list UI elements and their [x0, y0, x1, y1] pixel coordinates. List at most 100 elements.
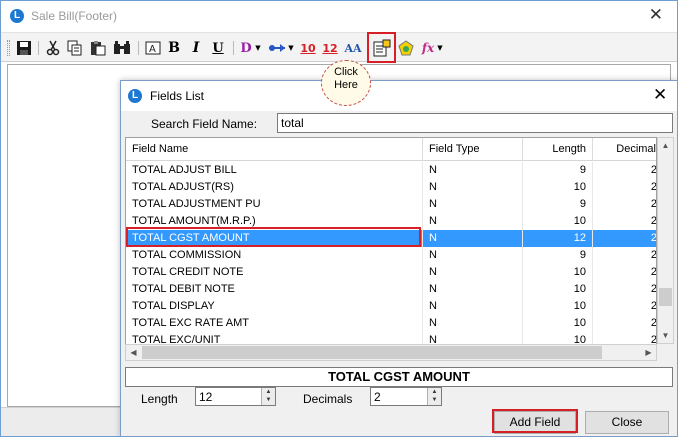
length-spin-buttons[interactable]: ▲ ▼: [261, 388, 275, 405]
search-label: Search Field Name:: [151, 117, 258, 131]
chevron-down-icon[interactable]: ▼: [287, 39, 295, 57]
dialog-title: Fields List: [150, 89, 205, 103]
shape-icon[interactable]: [267, 39, 287, 57]
paste-icon[interactable]: [89, 39, 107, 57]
scrollbar-corner: [657, 344, 674, 361]
field-type-cell: N: [423, 298, 523, 315]
decimal-cell: 2: [650, 317, 657, 329]
horizontal-scrollbar[interactable]: ◀ ▶: [125, 344, 657, 361]
field-type-cell: N: [423, 230, 523, 247]
scroll-left-icon[interactable]: ◀: [126, 345, 141, 360]
table-row[interactable]: TOTAL DISPLAY N 10 2: [126, 298, 657, 315]
dialog-title-bar: L Fields List ✕: [121, 81, 677, 111]
window-close-icon[interactable]: ✕: [649, 6, 663, 24]
decimals-spin-buttons[interactable]: ▲ ▼: [427, 388, 441, 405]
field-name-cell: TOTAL ADJUST BILL: [126, 162, 423, 179]
field-name-cell: TOTAL ADJUSTMENT PU: [126, 196, 423, 213]
field-name-cell: TOTAL DEBIT NOTE: [126, 281, 423, 298]
spin-up-icon[interactable]: ▲: [262, 388, 275, 396]
toolbar-grip[interactable]: [7, 40, 10, 56]
length-cell: 10: [523, 298, 593, 315]
field-type-cell: N: [423, 196, 523, 213]
scroll-right-icon[interactable]: ▶: [641, 345, 656, 360]
spin-down-icon[interactable]: ▼: [428, 396, 441, 404]
chevron-down-icon[interactable]: ▼: [436, 39, 444, 57]
find-icon[interactable]: [112, 39, 132, 57]
callout-line-1: Click: [334, 66, 358, 78]
table-row[interactable]: TOTAL ADJUSTMENT PU N 9 2: [126, 196, 657, 213]
length-spinner[interactable]: ▲ ▼: [195, 387, 276, 406]
decimal-cell: 2: [650, 198, 657, 210]
field-type-cell: N: [423, 162, 523, 179]
scroll-down-icon[interactable]: ▼: [658, 328, 673, 343]
decimal-cell: 2: [650, 249, 657, 261]
spin-down-icon[interactable]: ▼: [262, 396, 275, 404]
bold-icon[interactable]: B: [166, 39, 182, 57]
length-cell: 10: [523, 213, 593, 230]
decimals-spinner[interactable]: ▲ ▼: [370, 387, 442, 406]
italic-icon[interactable]: I: [188, 39, 204, 57]
save-icon[interactable]: [15, 39, 33, 57]
column-header-length[interactable]: Length: [523, 138, 593, 161]
field-type-cell: N: [423, 281, 523, 298]
add-field-highlight-box: [492, 409, 578, 433]
table-row[interactable]: TOTAL CREDIT NOTE N 10 2: [126, 264, 656, 281]
copy-icon[interactable]: [66, 39, 84, 57]
cut-icon[interactable]: [44, 39, 62, 57]
selected-row-highlight-box: [126, 227, 421, 247]
dialog-close-icon[interactable]: ✕: [653, 86, 667, 104]
length-cell: 12: [523, 230, 593, 247]
table-row[interactable]: TOTAL ADJUST(RS) N 10 2: [126, 179, 656, 196]
fields-list-dialog: L Fields List ✕ Search Field Name: Field…: [120, 80, 678, 437]
decimal-cell: 2: [650, 300, 657, 312]
toolbar-separator: [233, 41, 234, 55]
underline-icon[interactable]: U: [210, 39, 226, 57]
app-logo-icon: L: [128, 89, 142, 103]
length-cell: 10: [523, 281, 593, 298]
font-size-12-icon[interactable]: 12: [321, 39, 339, 57]
font-color-icon[interactable]: AA: [343, 39, 363, 57]
svg-text:A: A: [149, 44, 156, 55]
field-name-cell: TOTAL EXC RATE AMT: [126, 315, 423, 332]
length-cell: 9: [523, 162, 593, 179]
field-name-cell: TOTAL ADJUST(RS): [126, 179, 423, 196]
vertical-scrollbar[interactable]: ▲ ▼: [657, 137, 674, 344]
table-row[interactable]: TOTAL DEBIT NOTE N 10 2: [126, 281, 656, 298]
field-type-cell: N: [423, 315, 523, 332]
field-type-cell: N: [423, 213, 523, 230]
toolbar: A B I U D ▼ ▼ 10 12 AA fx ▼: [1, 32, 677, 62]
length-input[interactable]: [196, 388, 260, 405]
chevron-down-icon[interactable]: ▼: [254, 39, 262, 57]
field-type-cell: N: [423, 179, 523, 196]
length-label: Length: [141, 392, 178, 406]
table-row[interactable]: TOTAL EXC RATE AMT N 10 2: [126, 315, 657, 332]
decimals-label: Decimals: [303, 392, 353, 406]
spin-up-icon[interactable]: ▲: [428, 388, 441, 396]
close-button[interactable]: Close: [585, 411, 669, 434]
toolbar-highlight-box: [367, 32, 396, 63]
table-row[interactable]: TOTAL COMMISSION N 9 2: [126, 247, 657, 264]
font-size-10-icon[interactable]: 10: [299, 39, 317, 57]
column-header-field-type[interactable]: Field Type: [423, 138, 523, 161]
decimal-cell: 2: [650, 232, 657, 244]
formula-icon[interactable]: fx: [421, 39, 435, 57]
decimals-input[interactable]: [371, 388, 426, 405]
scroll-up-icon[interactable]: ▲: [658, 138, 673, 153]
scroll-thumb[interactable]: [142, 346, 602, 359]
field-name-cell: TOTAL CREDIT NOTE: [126, 264, 423, 281]
search-field-input[interactable]: [277, 113, 673, 133]
image-icon[interactable]: [397, 39, 415, 57]
column-header-decimal[interactable]: Decimal: [593, 138, 656, 161]
scroll-thumb[interactable]: [659, 288, 672, 306]
data-field-icon[interactable]: D: [239, 39, 253, 57]
column-header-field-name[interactable]: Field Name: [126, 138, 423, 161]
text-box-icon[interactable]: A: [144, 39, 162, 57]
selected-field-name: TOTAL CGST AMOUNT: [125, 367, 673, 387]
field-name-cell: TOTAL COMMISSION: [126, 247, 423, 264]
field-type-cell: N: [423, 264, 523, 281]
fields-grid[interactable]: Field Name Field Type Length Decimal TOT…: [125, 137, 657, 361]
length-cell: 9: [523, 196, 593, 213]
grid-rows: TOTAL ADJUST BILL N 9 2 TOTAL ADJUST(RS) N 10 2…: [126, 162, 657, 349]
table-row[interactable]: TOTAL ADJUST BILL N 9 2: [126, 162, 656, 179]
title-bar: L Sale Bill(Footer) ✕: [1, 1, 677, 32]
